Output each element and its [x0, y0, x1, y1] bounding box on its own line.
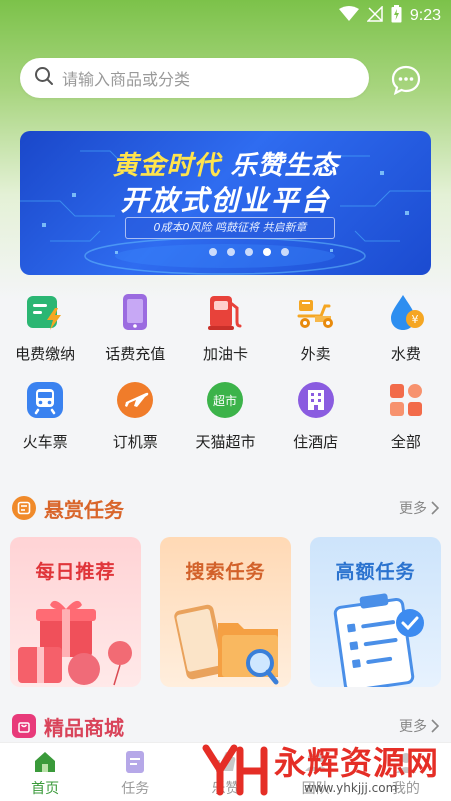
banner-title-part1: 黄金时代	[112, 151, 221, 181]
banner-dot[interactable]	[208, 248, 217, 256]
mall-more-link[interactable]: 更多	[399, 716, 439, 736]
svg-text:¥: ¥	[411, 313, 418, 326]
banner-dot[interactable]	[226, 248, 235, 256]
watermark-text-block: 永辉资源网 www.yhkjjj.com	[274, 745, 439, 795]
more-label: 更多	[399, 501, 427, 517]
service-label: 全部	[390, 433, 421, 451]
service-label: 订机票	[112, 433, 158, 451]
shopping-bag-icon	[12, 714, 36, 738]
tmall-badge-text: 超市	[213, 393, 237, 408]
banner-tagline: 0成本0风险 鸣鼓征将 共启新章	[125, 217, 335, 239]
search-icon	[34, 66, 54, 90]
status-bar: 9:23	[0, 0, 451, 32]
status-time: 9:23	[409, 7, 441, 24]
mall-section-title: 精品商城	[44, 715, 124, 740]
banner-title-part2: 乐赞生态	[230, 151, 339, 181]
task-card-daily[interactable]: 每日推荐	[10, 537, 141, 687]
message-button[interactable]	[390, 64, 422, 96]
banner-title: 黄金时代 乐赞生态	[20, 145, 431, 182]
task-card-high-reward[interactable]: 高额任务	[310, 537, 441, 687]
banner-dot-active[interactable]	[262, 248, 271, 256]
folder-search-icon	[174, 604, 279, 685]
nav-home[interactable]: 首页	[0, 743, 90, 801]
hotel-icon	[295, 379, 337, 421]
service-label: 电费缴纳	[15, 345, 76, 363]
home-icon	[35, 752, 56, 772]
service-label: 水费	[390, 345, 421, 363]
service-flight[interactable]: 订机票	[90, 376, 180, 464]
clipboard-check-icon	[333, 593, 424, 687]
task-card-title: 搜索任务	[185, 561, 266, 583]
service-label: 住酒店	[293, 433, 339, 451]
fuel-pump-icon	[204, 291, 246, 333]
watermark-text: 永辉资源网	[274, 743, 440, 782]
search-bar[interactable]: 请输入商品或分类	[20, 58, 369, 98]
reward-more-link[interactable]: 更多	[399, 498, 439, 518]
search-input[interactable]: 请输入商品或分类	[62, 66, 190, 90]
banner-dot[interactable]	[280, 248, 289, 256]
nav-label: 首页	[31, 781, 60, 797]
service-water[interactable]: ¥ 水费	[361, 288, 451, 376]
service-train[interactable]: 火车票	[0, 376, 90, 464]
task-cards: 每日推荐 搜索任务 高额任务	[10, 537, 441, 687]
banner-subtitle: 开放式创业平台	[120, 184, 331, 217]
promo-banner[interactable]: 黄金时代 乐赞生态 开放式创业平台 0成本0风险 鸣鼓征将 共启新章	[20, 131, 431, 275]
reward-section-header: 悬赏任务 更多	[12, 493, 439, 523]
airplane-icon	[114, 379, 156, 421]
all-grid-icon	[385, 379, 427, 421]
service-hotel[interactable]: 住酒店	[271, 376, 361, 464]
service-label: 话费充值	[105, 345, 166, 363]
no-signal-icon	[366, 5, 383, 26]
task-card-title: 每日推荐	[35, 561, 116, 583]
service-delivery[interactable]: 外卖	[271, 288, 361, 376]
train-icon	[24, 379, 66, 421]
task-card-search[interactable]: 搜索任务	[160, 537, 291, 687]
banner-pagination	[20, 248, 431, 256]
watermark-url: www.yhkjjj.com	[304, 780, 398, 795]
watermark-logo	[202, 744, 268, 795]
water-drop-icon: ¥	[385, 291, 427, 333]
reward-section-title: 悬赏任务	[44, 497, 124, 522]
battery-icon	[391, 5, 402, 27]
service-phone-recharge[interactable]: 话费充值	[90, 288, 180, 376]
task-card-title: 高额任务	[335, 561, 416, 583]
delivery-scooter-icon	[295, 291, 337, 333]
site-watermark: 永辉资源网 www.yhkjjj.com	[200, 738, 451, 801]
task-list-icon	[12, 496, 36, 520]
phone-recharge-icon	[114, 291, 156, 333]
tmall-supermarket-icon: 超市	[204, 379, 246, 421]
service-label: 加油卡	[202, 345, 248, 363]
nav-task[interactable]: 任务	[90, 743, 180, 801]
chevron-right-icon	[431, 719, 439, 733]
nav-label: 任务	[121, 781, 150, 797]
service-grid: 电费缴纳 话费充值 加油卡 外卖 ¥ 水费 火车票 订机票 超市 天猫超市 住酒…	[0, 288, 451, 464]
service-fuel-card[interactable]: 加油卡	[180, 288, 270, 376]
chevron-right-icon	[431, 501, 439, 515]
chat-bubble-icon	[391, 65, 421, 96]
service-all[interactable]: 全部	[361, 376, 451, 464]
service-row: 火车票 订机票 超市 天猫超市 住酒店 全部	[0, 376, 451, 464]
service-label: 外卖	[300, 345, 331, 363]
mall-section-header: 精品商城 更多	[12, 711, 439, 741]
service-row: 电费缴纳 话费充值 加油卡 外卖 ¥ 水费	[0, 288, 451, 376]
task-icon	[126, 751, 145, 773]
service-label: 火车票	[22, 433, 68, 451]
wifi-icon	[338, 6, 359, 26]
banner-dot[interactable]	[244, 248, 253, 256]
service-tmall[interactable]: 超市 天猫超市	[180, 376, 270, 464]
electricity-bill-icon	[24, 291, 66, 333]
gift-box-icon	[18, 600, 132, 686]
service-label: 天猫超市	[195, 433, 256, 451]
more-label: 更多	[399, 719, 427, 735]
service-electricity[interactable]: 电费缴纳	[0, 288, 90, 376]
